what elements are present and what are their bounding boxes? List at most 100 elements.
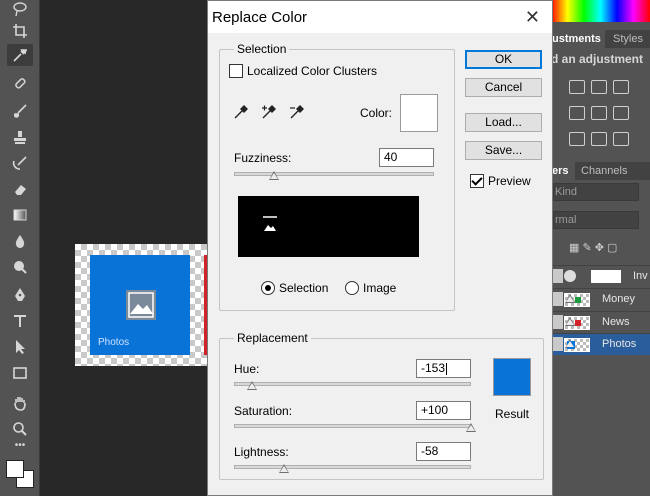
more-tools-icon[interactable]: ••• (7, 438, 33, 452)
saturation-input[interactable]: +100 (416, 401, 471, 420)
eyedropper-tool-icon[interactable] (7, 44, 33, 66)
adjustments-tabbar: ustments Styles (551, 30, 650, 48)
close-icon[interactable]: ✕ (525, 7, 540, 28)
fuzziness-slider-thumb[interactable] (269, 171, 279, 180)
path-selection-tool-icon[interactable] (7, 336, 33, 358)
layer-thumb (564, 316, 590, 330)
gradient-map-icon[interactable] (613, 132, 629, 146)
zoom-tool-icon[interactable] (7, 418, 33, 440)
brightness-contrast-icon[interactable] (569, 80, 585, 94)
dialog-titlebar[interactable]: Replace Color ✕ (208, 1, 552, 33)
ok-button[interactable]: OK (465, 50, 542, 69)
hue-slider-thumb[interactable] (246, 381, 257, 390)
cancel-button[interactable]: Cancel (465, 78, 542, 97)
view-image-label: Image (363, 281, 397, 295)
adjustments-hint: d an adjustment (551, 52, 644, 66)
image-placeholder-icon (126, 290, 156, 320)
saturation-label: Saturation: (234, 404, 293, 418)
hue-label: Hue: (234, 362, 260, 376)
color-balance-icon[interactable] (591, 106, 607, 120)
fuzziness-track[interactable] (234, 172, 434, 176)
tile-label: Photos (98, 337, 130, 348)
history-brush-tool-icon[interactable] (7, 152, 33, 174)
lightness-input[interactable]: -58 (416, 442, 471, 461)
eyedropper-plus-icon[interactable] (261, 104, 277, 120)
lightness-slider-thumb[interactable] (278, 464, 289, 473)
rectangle-tool-icon[interactable] (7, 362, 33, 384)
visibility-icon[interactable] (553, 292, 563, 306)
selection-color-swatch[interactable] (400, 94, 438, 132)
posterize-icon[interactable] (591, 132, 607, 146)
gradient-tool-icon[interactable] (7, 204, 33, 226)
layer-item[interactable]: Inv (551, 265, 650, 287)
view-selection-label: Selection (279, 281, 329, 295)
result-color-swatch[interactable] (493, 358, 531, 396)
vibrance-icon[interactable] (569, 106, 585, 120)
foreground-color-swatch[interactable] (6, 460, 24, 478)
levels-icon[interactable] (591, 80, 607, 94)
preview-image-icon (263, 216, 277, 231)
layer-item[interactable]: Money (551, 288, 650, 310)
selection-preview (238, 196, 419, 257)
fuzziness-input[interactable]: 40 (379, 148, 434, 167)
pen-tool-icon[interactable] (7, 284, 33, 306)
right-panels: ustments Styles d an adjustment ers Chan… (551, 0, 650, 496)
lock-icons[interactable]: ▦ ✎ ✥ ▢ (569, 241, 629, 254)
view-image-radio[interactable] (345, 281, 359, 295)
hue-track[interactable] (234, 382, 471, 386)
visibility-icon[interactable] (553, 337, 563, 351)
tab-layers[interactable]: ers (551, 162, 575, 180)
replacement-group-title: Replacement (234, 331, 311, 345)
layer-item-selected[interactable]: Photos (551, 333, 650, 355)
layer-name: Inv (633, 270, 648, 282)
healing-brush-tool-icon[interactable] (7, 72, 33, 94)
visibility-icon[interactable] (553, 269, 563, 283)
eyedropper-minus-icon[interactable] (289, 104, 305, 120)
localized-clusters-label: Localized Color Clusters (247, 64, 378, 78)
invert-icon[interactable] (569, 132, 585, 146)
layer-name: Money (602, 293, 636, 305)
fuzziness-label: Fuzziness: (234, 151, 292, 165)
visibility-icon[interactable] (553, 315, 563, 329)
selection-group: Selection (219, 42, 455, 311)
layer-name: Photos (602, 338, 637, 350)
hue-input[interactable]: -153 (416, 359, 471, 378)
dodge-tool-icon[interactable] (7, 256, 33, 278)
layer-filter-kind[interactable]: Kind (553, 183, 639, 201)
layer-thumb (564, 338, 590, 352)
localized-clusters-checkbox[interactable] (229, 64, 243, 78)
tools-panel: ••• (0, 0, 40, 496)
selection-group-title: Selection (234, 42, 290, 56)
crop-tool-icon[interactable] (7, 20, 33, 42)
layer-item[interactable]: News (551, 311, 650, 333)
lasso-tool-icon[interactable] (7, 0, 33, 20)
dialog-title: Replace Color (212, 9, 308, 26)
saturation-slider-thumb[interactable] (466, 423, 476, 432)
load-button[interactable]: Load... (465, 113, 542, 132)
curves-icon[interactable] (613, 80, 629, 94)
tab-styles[interactable]: Styles (613, 30, 643, 48)
brush-tool-icon[interactable] (7, 100, 33, 122)
lightness-track[interactable] (234, 465, 471, 469)
layer-thumb (564, 293, 590, 307)
preview-checkbox[interactable] (470, 174, 484, 188)
photos-tile: Photos (90, 255, 190, 355)
preview-label: Preview (488, 174, 531, 188)
eyedropper-icon[interactable] (233, 104, 249, 120)
photo-filter-icon[interactable] (613, 106, 629, 120)
layers-tabbar: ers Channels (551, 162, 650, 180)
tab-adjustments[interactable]: ustments (551, 30, 605, 48)
save-button[interactable]: Save... (465, 141, 542, 160)
tab-channels[interactable]: Channels (581, 162, 627, 180)
type-tool-icon[interactable] (7, 310, 33, 332)
saturation-track[interactable] (234, 424, 471, 428)
eraser-tool-icon[interactable] (7, 178, 33, 200)
hand-tool-icon[interactable] (7, 392, 33, 414)
view-selection-radio[interactable] (261, 281, 275, 295)
color-swatches[interactable] (551, 0, 650, 22)
blend-mode-select[interactable]: rmal (553, 211, 639, 229)
clone-stamp-tool-icon[interactable] (7, 126, 33, 148)
result-label: Result (495, 407, 530, 421)
blur-tool-icon[interactable] (7, 230, 33, 252)
replace-color-dialog: Replace Color ✕ OK Cancel Load... Save..… (207, 0, 553, 496)
